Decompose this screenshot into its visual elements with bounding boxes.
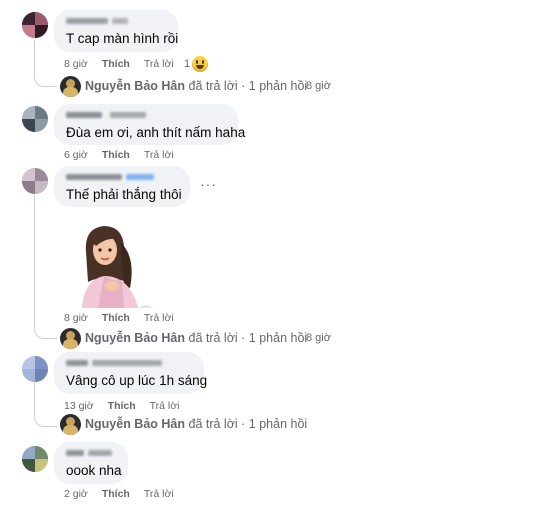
avatar[interactable] bbox=[22, 168, 48, 194]
replier-name[interactable]: Nguyễn Bảo Hân bbox=[85, 79, 185, 93]
author-name[interactable] bbox=[66, 110, 226, 120]
reply-count[interactable]: đã trả lời · 1 phản hồi bbox=[189, 79, 308, 93]
thread-line bbox=[34, 196, 57, 339]
thread-line bbox=[34, 382, 57, 427]
like-button[interactable]: Thích bbox=[102, 58, 130, 70]
comment-bubble: Thế phải thắng thôi bbox=[54, 166, 190, 207]
author-name[interactable] bbox=[66, 448, 116, 458]
reply-button[interactable]: Trả lời bbox=[144, 488, 174, 500]
like-button[interactable]: Thích bbox=[102, 312, 130, 324]
laughing-emoji-icon[interactable] bbox=[192, 56, 208, 72]
thread-line bbox=[34, 40, 57, 87]
replier-avatar bbox=[60, 414, 81, 435]
reply-button[interactable]: Trả lời bbox=[150, 400, 180, 412]
comment-time[interactable]: 6 giờ bbox=[64, 149, 88, 161]
reply-time: 8 giờ bbox=[306, 332, 331, 344]
comment-text: oook nha bbox=[66, 463, 122, 478]
reply-button[interactable]: Trả lời bbox=[144, 312, 174, 324]
author-name[interactable] bbox=[66, 16, 166, 26]
comment-bubble: Đùa em ơi, anh thít nấm haha bbox=[54, 104, 246, 145]
reply-time: 8 giờ bbox=[306, 80, 331, 92]
replier-name[interactable]: Nguyễn Bảo Hân bbox=[85, 417, 185, 431]
more-options-icon[interactable]: ··· bbox=[200, 176, 217, 192]
comment-thread: T cap màn hình rồi 8 giờ Thích Trả lời 1 N… bbox=[0, 0, 550, 506]
reply-summary[interactable]: Nguyễn Bảo Hân đã trả lời · 1 phản hồi bbox=[85, 417, 307, 431]
replier-avatar bbox=[60, 328, 81, 349]
reply-summary[interactable]: Nguyễn Bảo Hân đã trả lời · 1 phản hồi bbox=[85, 331, 307, 345]
like-button[interactable]: Thích bbox=[102, 149, 130, 161]
comment-text: Thế phải thắng thôi bbox=[66, 187, 182, 202]
comment-time[interactable]: 2 giờ bbox=[64, 488, 88, 500]
comment-bubble: oook nha bbox=[54, 442, 128, 484]
reply-button[interactable]: Trả lời bbox=[144, 149, 174, 161]
avatar[interactable] bbox=[22, 12, 48, 38]
avatar[interactable] bbox=[22, 446, 48, 472]
comment-text: Đùa em ơi, anh thít nấm haha bbox=[66, 125, 246, 140]
comment-text: Vâng cô up lúc 1h sáng bbox=[66, 373, 208, 388]
sticker-image[interactable] bbox=[78, 222, 154, 308]
comment-bubble: T cap màn hình rồi bbox=[54, 10, 178, 52]
reply-count[interactable]: đã trả lời · 1 phản hồi bbox=[189, 417, 308, 431]
reaction-count[interactable]: 1 bbox=[184, 58, 190, 70]
comment-actions: 6 giờ Thích Trả lời bbox=[64, 149, 188, 161]
comment-actions: 2 giờ Thích Trả lời bbox=[64, 488, 188, 500]
comment-actions: 13 giờ Thích Trả lời bbox=[64, 400, 194, 412]
replier-avatar bbox=[60, 76, 81, 97]
avatar[interactable] bbox=[22, 106, 48, 132]
comment-text: T cap màn hình rồi bbox=[66, 31, 179, 46]
avatar[interactable] bbox=[22, 356, 48, 382]
comment-time[interactable]: 8 giờ bbox=[64, 312, 88, 324]
author-name[interactable] bbox=[66, 358, 192, 368]
comment-time[interactable]: 13 giờ bbox=[64, 400, 94, 412]
comment-time[interactable]: 8 giờ bbox=[64, 58, 88, 70]
comment-actions: 8 giờ Thích Trả lời bbox=[64, 312, 188, 324]
author-name[interactable] bbox=[66, 172, 178, 182]
reply-summary[interactable]: Nguyễn Bảo Hân đã trả lời · 1 phản hồi bbox=[85, 79, 307, 93]
comment-actions: 8 giờ Thích Trả lời bbox=[64, 58, 188, 70]
like-button[interactable]: Thích bbox=[108, 400, 136, 412]
replier-name[interactable]: Nguyễn Bảo Hân bbox=[85, 331, 185, 345]
reply-button[interactable]: Trả lời bbox=[144, 58, 174, 70]
reply-count[interactable]: đã trả lời · 1 phản hồi bbox=[189, 331, 308, 345]
comment-bubble: Vâng cô up lúc 1h sáng bbox=[54, 352, 208, 394]
like-button[interactable]: Thích bbox=[102, 488, 130, 500]
